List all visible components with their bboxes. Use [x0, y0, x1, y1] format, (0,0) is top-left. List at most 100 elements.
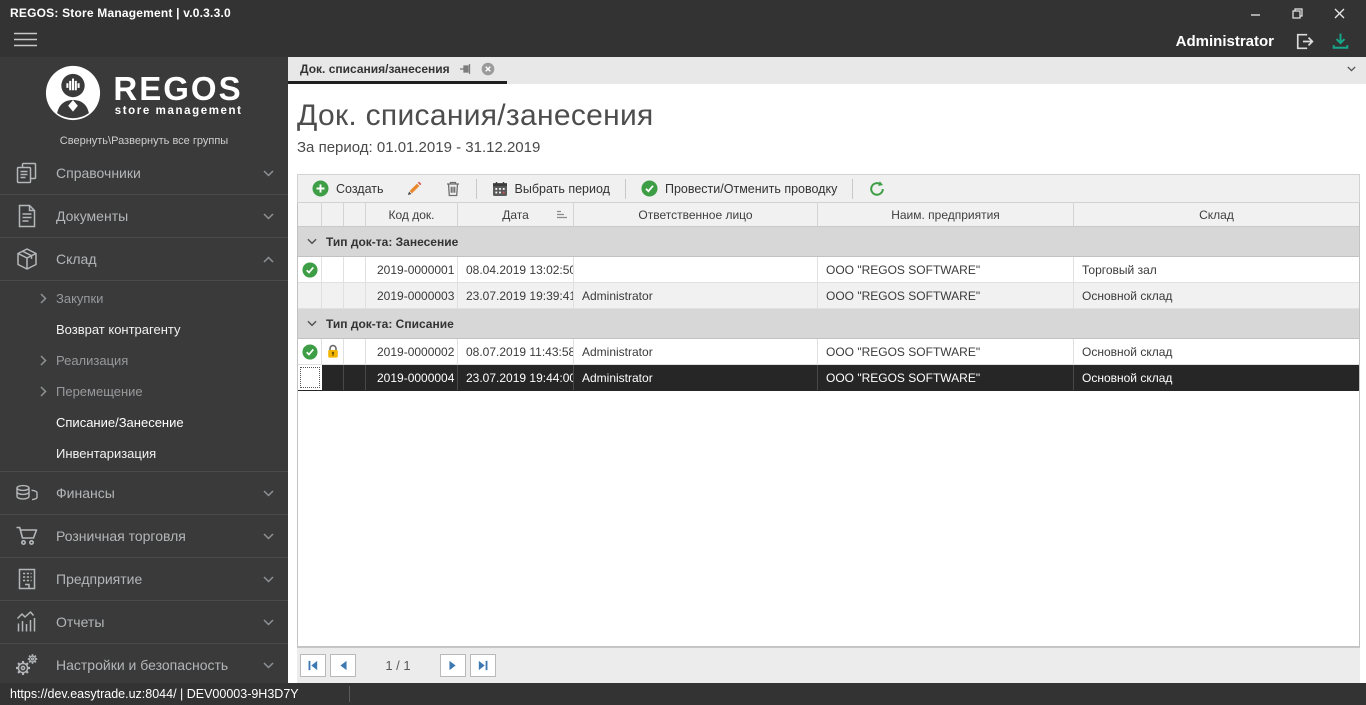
- create-button-label: Создать: [336, 181, 384, 196]
- pin-icon[interactable]: [459, 63, 472, 75]
- sidebar-item-warehouse[interactable]: Склад: [0, 238, 288, 281]
- header-lock[interactable]: [322, 203, 344, 226]
- cell-lock: [322, 283, 344, 308]
- sidebar-item-retail[interactable]: Розничная торговля: [0, 515, 288, 558]
- header-code[interactable]: Код док.: [366, 203, 458, 226]
- chevron-down-icon: [263, 618, 274, 626]
- regos-logo-icon: [45, 65, 101, 126]
- sidebar-item-label: Настройки и безопасность: [56, 657, 229, 673]
- logout-button[interactable]: [1292, 30, 1315, 53]
- cell-date: 23.07.2019 19:39:41: [458, 283, 574, 308]
- refresh-button[interactable]: [858, 177, 896, 201]
- menu-toggle-button[interactable]: [14, 32, 37, 52]
- chevron-down-icon: [307, 238, 317, 245]
- chevron-down-icon: [307, 320, 317, 327]
- plus-circle-icon: [312, 180, 329, 197]
- settings-icon: [12, 652, 42, 678]
- main-area: Док. списания/занесения Док. списания/за…: [288, 57, 1366, 683]
- sidebar-item-enterprise[interactable]: Предприятие: [0, 558, 288, 601]
- chevron-right-icon: [40, 386, 56, 397]
- first-page-icon: [308, 660, 318, 671]
- cell-code: 2019-0000003: [366, 283, 458, 308]
- group-label: Тип док-та: Занесение: [326, 234, 459, 249]
- close-button[interactable]: [1330, 5, 1348, 21]
- tab-list-dropdown[interactable]: [1347, 66, 1356, 72]
- group-row[interactable]: Тип док-та: Занесение: [298, 227, 1359, 257]
- select-period-label: Выбрать период: [514, 181, 610, 196]
- sidebar-item-return-to-contractor[interactable]: Возврат контрагенту: [0, 314, 288, 345]
- cell-extra: [344, 283, 366, 308]
- tab-doc-writeoff[interactable]: Док. списания/занесения: [288, 57, 507, 84]
- cell-date: 23.07.2019 19:44:00: [458, 365, 574, 390]
- first-page-button[interactable]: [300, 654, 326, 677]
- cell-date: 08.07.2019 11:43:58: [458, 339, 574, 364]
- next-page-button[interactable]: [440, 654, 466, 677]
- cell-warehouse: Торговый зал: [1082, 262, 1157, 277]
- chevron-down-icon: [263, 169, 274, 177]
- sidebar-submenu: Закупки Возврат контрагенту Реализация П…: [0, 281, 288, 472]
- sidebar-subitem-label: Закупки: [56, 291, 104, 306]
- sidebar-menu: Справочники Документы Склад Закупки Возв…: [0, 152, 288, 683]
- header-posted[interactable]: [298, 203, 322, 226]
- tab-close-button[interactable]: [481, 62, 495, 76]
- post-button[interactable]: Провести/Отменить проводку: [631, 177, 847, 201]
- status-bar: https://dev.easytrade.uz:8044/ | DEV0000…: [0, 683, 1366, 705]
- user-area: Administrator: [1176, 30, 1352, 53]
- edit-button[interactable]: [396, 177, 433, 201]
- sidebar-item-finance[interactable]: Финансы: [0, 472, 288, 515]
- window-controls: [1246, 5, 1356, 21]
- window-title: REGOS: Store Management | v.0.3.3.0: [10, 6, 231, 20]
- delete-button[interactable]: [435, 177, 471, 201]
- post-button-label: Провести/Отменить проводку: [664, 181, 838, 196]
- group-row[interactable]: Тип док-та: Списание: [298, 309, 1359, 339]
- header-company[interactable]: Наим. предприятия: [818, 203, 1074, 226]
- cell-extra: [344, 365, 366, 390]
- create-button[interactable]: Создать: [302, 177, 394, 201]
- sidebar-item-documents[interactable]: Документы: [0, 195, 288, 238]
- sidebar-item-label: Справочники: [56, 165, 141, 181]
- last-page-button[interactable]: [470, 654, 496, 677]
- header-person[interactable]: Ответственное лицо: [574, 203, 818, 226]
- toolbar-separator: [624, 178, 626, 199]
- sidebar-item-realization[interactable]: Реализация: [0, 345, 288, 376]
- sidebar-item-reports[interactable]: Отчеты: [0, 601, 288, 644]
- download-button[interactable]: [1329, 30, 1352, 53]
- toolbar-separator: [852, 178, 854, 199]
- select-period-button[interactable]: Выбрать период: [482, 177, 620, 201]
- cell-code: 2019-0000004: [366, 365, 458, 390]
- sidebar-item-references[interactable]: Справочники: [0, 152, 288, 195]
- cell-company: OOO "REGOS SOFTWARE": [818, 257, 1074, 282]
- sidebar-item-settings-security[interactable]: Настройки и безопасность: [0, 644, 288, 683]
- table-row[interactable]: 2019-0000001 08.04.2019 13:02:50 OOO "RE…: [298, 257, 1359, 283]
- table-row[interactable]: 2019-0000003 23.07.2019 19:39:41 Adminis…: [298, 283, 1359, 309]
- cell-company: OOO "REGOS SOFTWARE": [818, 365, 1074, 390]
- sidebar-item-purchases[interactable]: Закупки: [0, 283, 288, 314]
- restore-button[interactable]: [1288, 5, 1306, 21]
- table-header: Код док. Дата Ответственное лицо Наим. п…: [298, 203, 1359, 227]
- lock-icon: [322, 339, 344, 364]
- table-row[interactable]: 2019-0000004 23.07.2019 19:44:00 Adminis…: [298, 365, 1359, 391]
- connection-info: https://dev.easytrade.uz:8044/ | DEV0000…: [10, 687, 299, 701]
- header-extra[interactable]: [344, 203, 366, 226]
- cell-warehouse: Основной склад: [1082, 288, 1173, 303]
- logo-text: REGOS store management: [113, 72, 243, 117]
- minimize-button[interactable]: [1246, 5, 1264, 21]
- sidebar-item-write-off-entry[interactable]: Списание/Занесение: [0, 407, 288, 438]
- logo-subtitle: store management: [114, 105, 243, 117]
- sidebar-item-inventory[interactable]: Инвентаризация: [0, 438, 288, 469]
- cell-warehouse: Основной склад: [1082, 344, 1173, 359]
- last-page-icon: [478, 660, 488, 671]
- references-icon: [12, 160, 42, 186]
- toolbar-separator: [475, 178, 477, 199]
- previous-page-button[interactable]: [330, 654, 356, 677]
- collapse-all-groups-link[interactable]: Свернуть\Развернуть все группы: [0, 135, 288, 149]
- header-date-label: Дата: [502, 207, 529, 222]
- sidebar-item-transfer[interactable]: Перемещение: [0, 376, 288, 407]
- refresh-icon: [868, 180, 886, 198]
- finance-icon: [12, 480, 42, 506]
- table-row[interactable]: 2019-0000002 08.07.2019 11:43:58 Adminis…: [298, 339, 1359, 365]
- cell-extra: [344, 257, 366, 282]
- tab-bar: Док. списания/занесения: [288, 57, 1366, 84]
- header-date[interactable]: Дата: [458, 203, 574, 226]
- header-warehouse[interactable]: Склад: [1074, 203, 1359, 226]
